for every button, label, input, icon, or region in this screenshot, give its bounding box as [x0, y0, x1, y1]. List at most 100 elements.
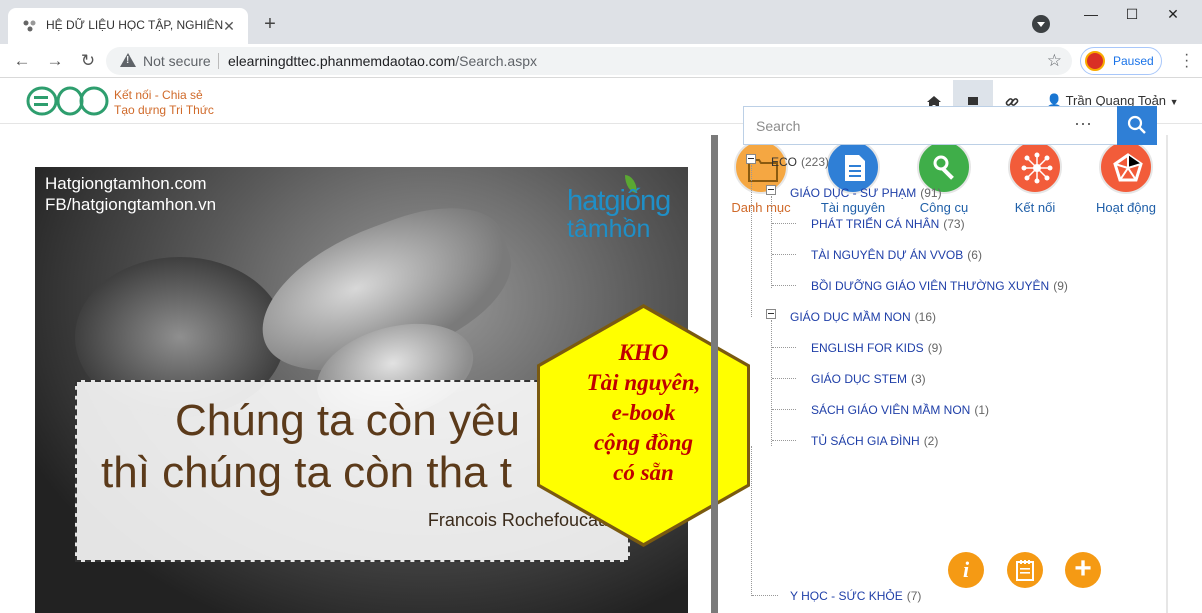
tree-node-count: (91) [920, 186, 942, 200]
notepad-icon [1016, 560, 1034, 581]
tree-connector [771, 320, 772, 446]
tree-node-label: GIÁO DỤC STEM [811, 372, 908, 386]
tab-title: HỆ DỮ LIỆU HỌC TẬP, NGHIÊN C [46, 18, 224, 32]
tree-node-label: ENGLISH FOR KIDS [811, 341, 924, 355]
not-secure-icon [120, 53, 136, 67]
add-button[interactable]: + [1065, 552, 1101, 588]
new-tab-button[interactable]: + [258, 13, 282, 37]
browser-titlebar: HỆ DỮ LIỆU HỌC TẬP, NGHIÊN C ✕ + — ☐ ✕ [0, 0, 1202, 44]
url-text: elearningdttec.phanmemdaotao.com/Search.… [228, 53, 537, 69]
tree-node[interactable]: ENGLISH FOR KIDS (9) [811, 341, 942, 355]
plus-icon: + [1074, 552, 1092, 585]
browser-tab[interactable]: HỆ DỮ LIỆU HỌC TẬP, NGHIÊN C ✕ [8, 8, 248, 44]
tree-node[interactable]: BỒI DƯỠNG GIÁO VIÊN THƯỜNG XUYÊN (9) [811, 279, 1068, 293]
browser-menu-icon[interactable]: · · · [1184, 47, 1190, 75]
quick-hoat-dong[interactable]: Hoạt động [1076, 140, 1176, 215]
url-host: elearningdttec.phanmemdaotao.com [228, 53, 456, 69]
quick-label: Kết nối [1014, 200, 1056, 215]
banner-logo-line2: tâmhồn [567, 215, 651, 243]
tree-node[interactable]: GIÁO DỤC MẦM NON (16) [790, 310, 936, 324]
banner-site-line2: FB/hatgiongtamhon.vn [45, 195, 217, 214]
tree-node[interactable]: GIÁO DỤC - SƯ PHẠM (91) [790, 186, 942, 200]
profile-status: Paused [1113, 54, 1154, 68]
search-more-icon[interactable]: ··· [1074, 113, 1092, 134]
minimize-icon[interactable]: — [1080, 4, 1102, 26]
tree-connector [772, 347, 796, 348]
tree-node-label: GIÁO DỤC - SƯ PHẠM [790, 186, 917, 200]
tree-node[interactable]: ECO (223) [771, 155, 829, 169]
tree-node[interactable]: GIÁO DỤC STEM (3) [811, 372, 926, 386]
tree-node-count: (16) [914, 310, 937, 324]
network-icon [1008, 140, 1062, 194]
quick-danh-muc[interactable]: Danh mục [711, 140, 811, 215]
tree-node[interactable]: TỦ SÁCH GIA ĐÌNH (2) [811, 434, 938, 448]
tree-connector [772, 378, 796, 379]
notes-button[interactable] [1007, 552, 1043, 588]
tree-node[interactable]: TÀI NGUYÊN DỰ ÁN VVOB (6) [811, 248, 982, 262]
tree-connector [772, 254, 796, 255]
search-icon [1127, 115, 1146, 134]
tree-node-count: (73) [943, 217, 965, 231]
tree-node-label: GIÁO DỤC MẦM NON [790, 310, 911, 324]
tab-search-icon[interactable] [1032, 15, 1050, 33]
tree-node-label: ECO [771, 155, 798, 169]
activity-icon [1099, 140, 1153, 194]
tree-node-count: (6) [967, 248, 982, 262]
profile-button[interactable]: Paused [1080, 47, 1162, 75]
quick-label: Công cụ [919, 200, 969, 215]
tree-connector [752, 595, 778, 596]
quick-ket-noi[interactable]: Kết nối [985, 140, 1085, 215]
search-button[interactable] [1117, 106, 1157, 145]
tree-node[interactable]: PHÁT TRIỂN CÁ NHÂN (73) [811, 217, 965, 231]
quick-label: Danh mục [731, 200, 791, 215]
eco-logo[interactable] [26, 84, 110, 118]
site-favicon-icon [23, 20, 36, 32]
maximize-icon[interactable]: ☐ [1121, 4, 1143, 26]
reload-icon[interactable]: ↻ [76, 49, 100, 73]
tree-node[interactable]: SÁCH GIÁO VIÊN MẦM NON (1) [811, 403, 989, 417]
tree-node-count: (223) [801, 155, 830, 169]
tree-collapse-icon[interactable] [766, 185, 776, 195]
info-button[interactable]: i [948, 552, 984, 588]
avatar [1085, 51, 1105, 71]
search-input[interactable] [744, 107, 1118, 144]
tree-node-count: (1) [974, 403, 990, 417]
quick-tai-nguyen[interactable]: Tài nguyên [803, 140, 903, 215]
slogan-line2: Tạo dựng Tri Thức [114, 103, 214, 117]
category-search: ··· [743, 106, 1157, 145]
close-window-icon[interactable]: ✕ [1162, 4, 1184, 26]
security-label: Not secure [143, 53, 211, 69]
quick-cong-cu[interactable]: Công cụ [894, 140, 994, 215]
tree-node-count: (2) [923, 434, 939, 448]
tree-connector [772, 223, 796, 224]
chevron-down-icon: ▼ [1169, 97, 1179, 107]
banner-logo-line1: hatgiống [567, 185, 671, 217]
address-bar[interactable]: Not secure elearningdttec.phanmemdaotao.… [106, 47, 1072, 75]
quick-label: Tài nguyên [820, 200, 886, 215]
banner-site-text: Hatgiongtamhon.com FB/hatgiongtamhon.vn [45, 173, 216, 215]
quick-label: Hoạt động [1096, 200, 1156, 215]
tree-node-label: BỒI DƯỠNG GIÁO VIÊN THƯỜNG XUYÊN [811, 279, 1050, 293]
tree-collapse-icon[interactable] [746, 154, 756, 164]
slogan-line1: Kết nối - Chia sẻ [114, 88, 203, 102]
tree-node-count: (7) [906, 589, 922, 603]
tree-node-label: TỦ SÁCH GIA ĐÌNH [811, 434, 920, 448]
tab-close-icon[interactable]: ✕ [220, 17, 238, 35]
tree-node-label: Y HỌC - SỨC KHỎE [790, 589, 903, 603]
tree-node-count: (3) [911, 372, 926, 386]
url-path: /Search.aspx [455, 53, 537, 69]
tree-node-label: SÁCH GIÁO VIÊN MẦM NON [811, 403, 971, 417]
forward-icon[interactable]: → [43, 49, 67, 73]
tree-collapse-icon[interactable] [766, 309, 776, 319]
back-icon[interactable]: ← [10, 49, 34, 73]
tree-node[interactable]: Y HỌC - SỨC KHỎE (7) [790, 589, 921, 603]
bookmark-star-icon[interactable]: ☆ [1047, 51, 1062, 71]
tree-node-label: TÀI NGUYÊN DỰ ÁN VVOB [811, 248, 964, 262]
quote-line1: Chúng ta còn yêu [175, 396, 520, 445]
tree-connector [771, 196, 772, 288]
tree-connector [751, 446, 752, 596]
tree-connector [772, 440, 796, 441]
quote-line2: thì chúng ta còn tha t [101, 448, 512, 497]
tree-node-count: (9) [927, 341, 943, 355]
tree-connector [772, 285, 796, 286]
